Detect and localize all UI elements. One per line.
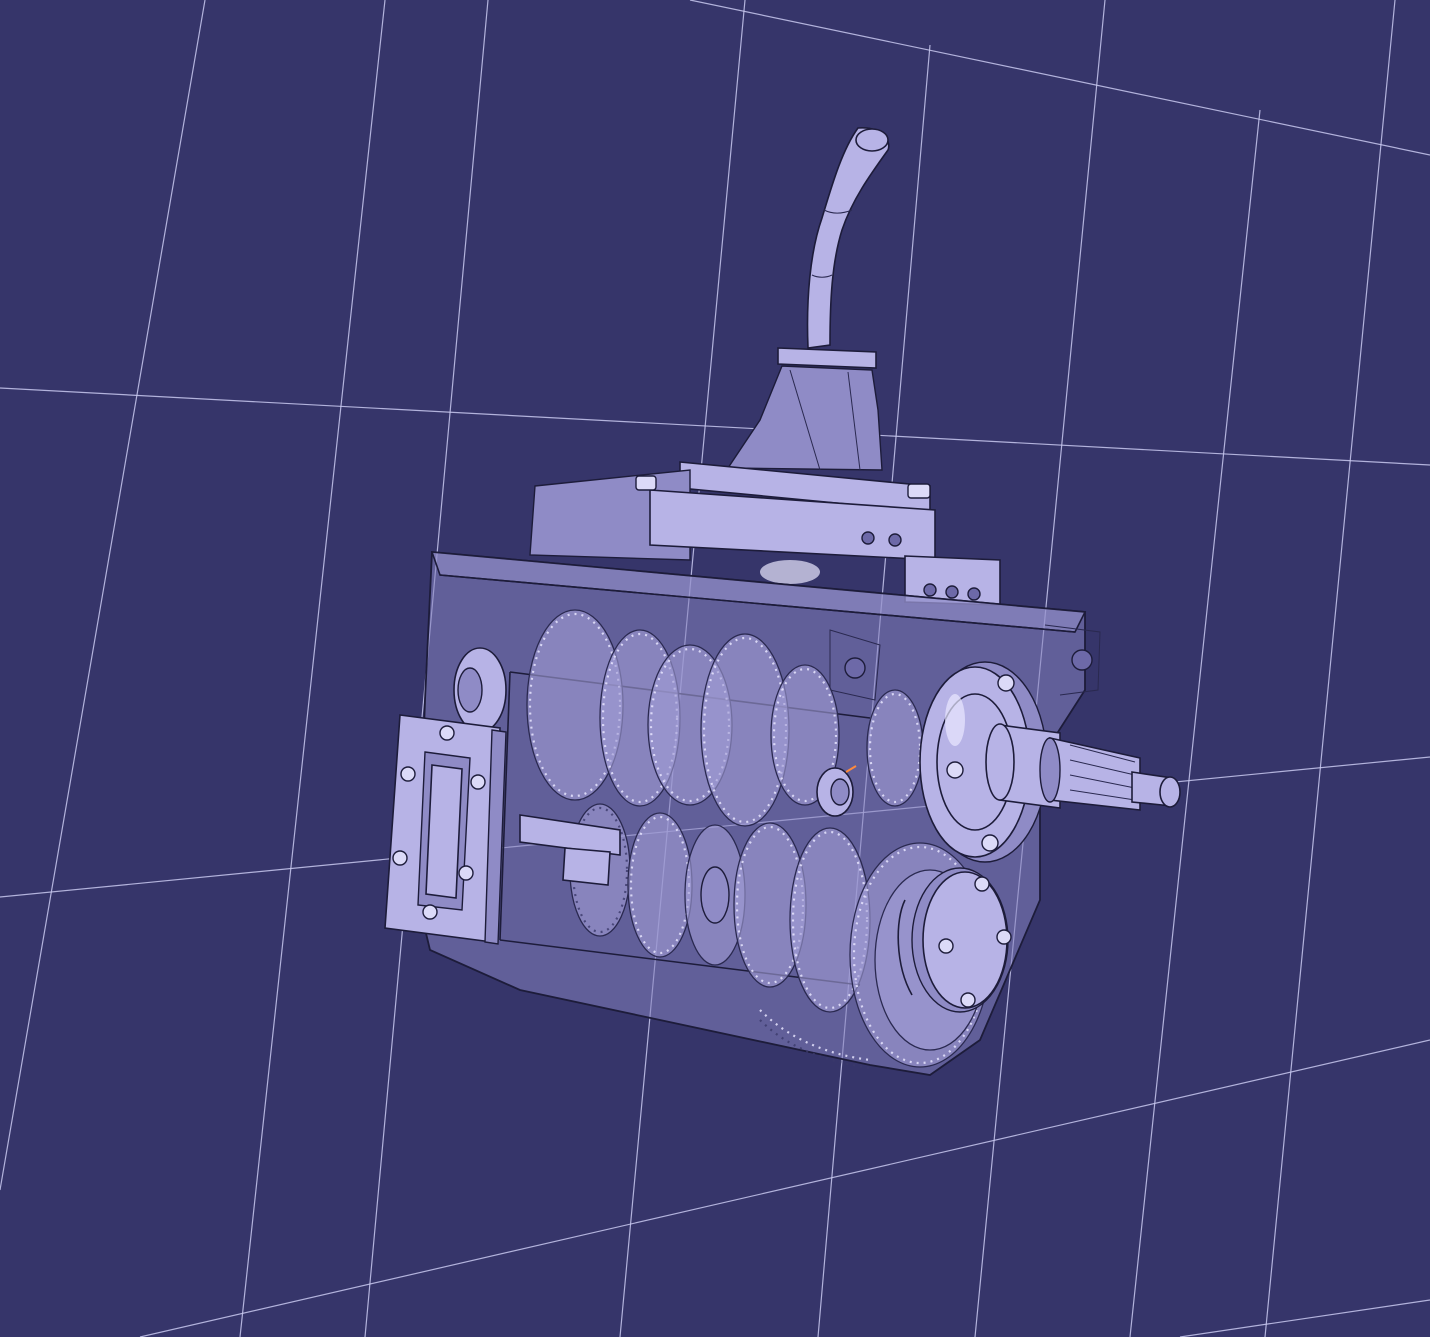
3d-scene-canvas[interactable] xyxy=(0,0,1430,1337)
shift-tower[interactable] xyxy=(679,347,931,513)
gearbox-assembly-icon[interactable] xyxy=(384,127,1181,1076)
side-inspection-cover[interactable] xyxy=(384,714,507,945)
output-shaft[interactable] xyxy=(985,723,1181,811)
gear-lever[interactable] xyxy=(806,127,890,349)
3d-viewport[interactable] xyxy=(0,0,1430,1337)
